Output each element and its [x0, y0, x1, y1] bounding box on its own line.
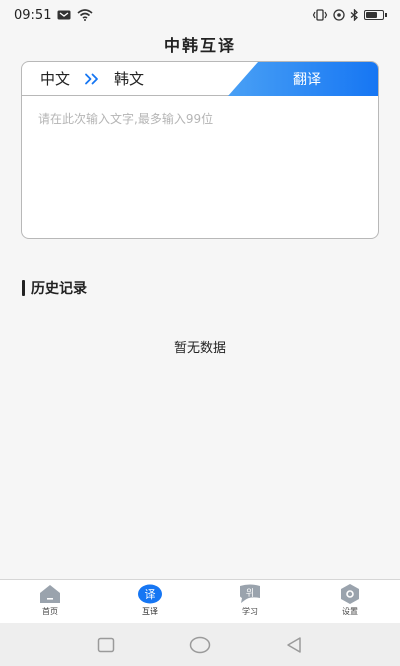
battery-icon — [364, 10, 387, 20]
back-button[interactable] — [285, 636, 303, 654]
home-button[interactable] — [189, 636, 211, 654]
translate-button[interactable]: 翻译 — [228, 62, 378, 96]
clock: 09:51 — [14, 7, 52, 23]
translate-input[interactable] — [22, 96, 378, 238]
nfc-icon — [333, 9, 345, 21]
history-empty-text: 暂无数据 — [173, 341, 226, 356]
tab-home-label: 首页 — [42, 607, 58, 616]
status-bar-left: 09:51 — [14, 8, 93, 23]
tab-study-label: 学习 — [242, 607, 258, 616]
swap-arrow-icon[interactable] — [84, 73, 100, 85]
translate-icon: 译 — [137, 584, 163, 604]
recent-apps-button[interactable] — [97, 637, 115, 653]
translate-card: 中文 韩文 翻译 — [21, 61, 379, 239]
home-icon — [37, 584, 63, 604]
language-selector-row: 中文 韩文 翻译 — [22, 62, 378, 96]
tab-study[interactable]: 위 学习 — [200, 580, 300, 623]
target-language[interactable]: 韩文 — [114, 68, 144, 89]
message-icon — [57, 10, 71, 20]
translate-icon-glyph: 译 — [145, 588, 156, 601]
status-bar-right — [312, 9, 387, 21]
tab-home[interactable]: 首页 — [0, 580, 100, 623]
wifi-icon — [77, 9, 93, 21]
vibrate-icon — [312, 9, 328, 21]
study-icon-glyph: 위 — [246, 588, 254, 599]
tab-settings[interactable]: 设置 — [300, 580, 400, 623]
history-marker — [22, 280, 25, 296]
bluetooth-icon — [350, 9, 359, 21]
tab-settings-label: 设置 — [342, 607, 358, 616]
system-nav-bar — [0, 623, 400, 666]
settings-icon — [337, 584, 363, 604]
translate-button-label: 翻译 — [293, 72, 321, 88]
page-title: 中韩互译 — [163, 36, 236, 55]
source-language[interactable]: 中文 — [40, 68, 70, 89]
study-icon: 위 — [237, 584, 263, 604]
history-header: 历史记录 — [22, 278, 87, 298]
tab-translate-label: 互译 — [142, 607, 158, 616]
bottom-nav: 首页 译 互译 위 学习 设置 — [0, 579, 400, 623]
tab-translate[interactable]: 译 互译 — [100, 580, 200, 623]
history-title: 历史记录 — [31, 281, 87, 297]
status-bar: 09:51 — [0, 0, 400, 30]
